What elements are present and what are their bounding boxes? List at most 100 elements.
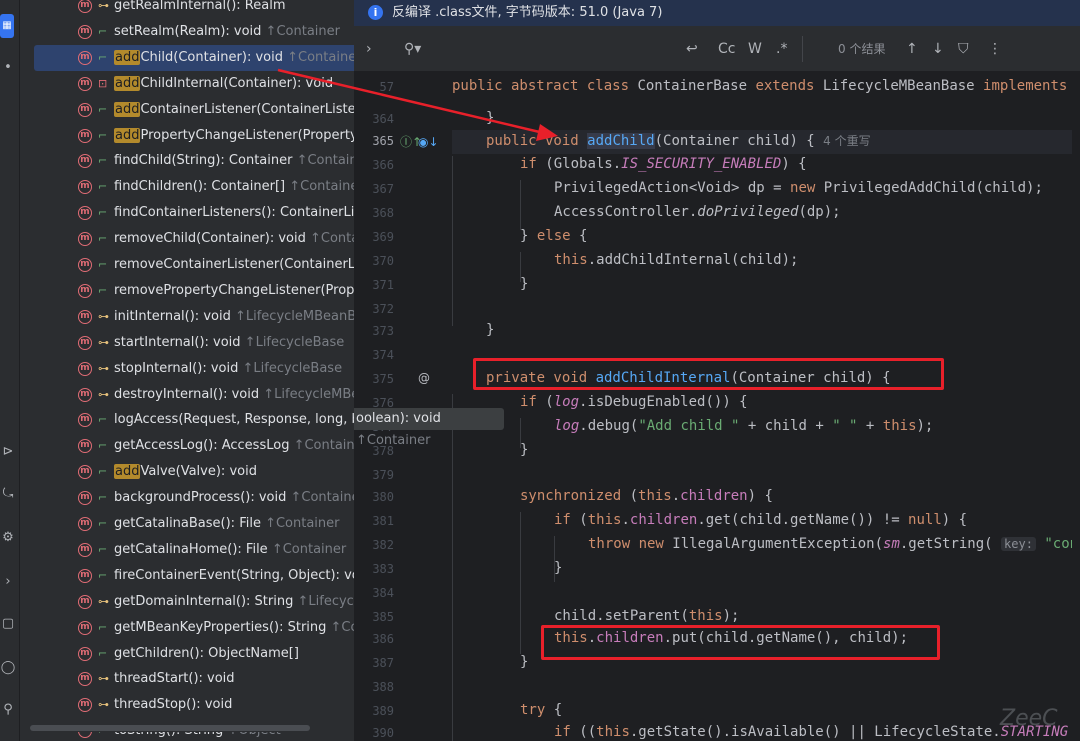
code-line-57: public abstract class ContainerBase exte… [452, 78, 1068, 94]
structure-item[interactable]: m ⊡ addChildInternal(Container): void [20, 71, 354, 97]
structure-item[interactable]: m ⌐ addContainerListener(ContainerListene [20, 97, 354, 123]
structure-item-label: removeContainerListener(ContainerLis [114, 257, 354, 272]
structure-horizontal-scrollbar[interactable] [20, 724, 354, 732]
public-visibility-icon: ⌐ [98, 154, 108, 168]
editor-vertical-scrollbar[interactable] [1072, 72, 1080, 741]
structure-item[interactable]: m ⌐ removeChild(Container): void ↑Contain [20, 226, 354, 252]
structure-item-label: startInternal(): void [114, 334, 241, 350]
line-number: 373 [372, 324, 394, 338]
structure-item[interactable]: m ⌐ fireContainerEvent(String, Object): vo… [20, 563, 354, 589]
structure-item[interactable]: m ⌐ addPropertyChangeListener(PropertyC [20, 123, 354, 149]
structure-item[interactable]: m ⌐ addValve(Valve): void [20, 459, 354, 485]
inherited-from-label: ↑Container [282, 49, 354, 65]
terminal-icon[interactable]: › [0, 574, 16, 590]
notifications-icon[interactable]: ◯ [0, 660, 16, 676]
structure-item[interactable]: m ⌐ backgroundProcess(): void ↑Container [20, 485, 354, 511]
protected-visibility-icon: ⊶ [98, 335, 109, 349]
public-visibility-icon: ⌐ [98, 102, 108, 116]
inherited-from-label: ↑Container [290, 490, 355, 506]
structure-item[interactable]: m ⊶ threadStop(): void [20, 692, 354, 718]
line-number: 383 [372, 562, 394, 576]
structure-item[interactable]: m ⊶ initInternal(): void ↑LifecycleMBeanBa… [20, 304, 354, 330]
line-number: 379 [372, 468, 394, 482]
structure-item-label: findChild(String): Container [114, 153, 293, 169]
structure-item[interactable]: m ⌐ findChild(String): Container ↑Containe… [20, 148, 354, 174]
structure-item[interactable]: m ⊶ destroyInternal(): void ↑LifecycleMBea… [20, 382, 354, 408]
public-visibility-icon: ⌐ [98, 517, 108, 530]
structure-item[interactable]: m ⌐ getCatalinaBase(): File ↑Container [20, 511, 354, 537]
line-number: 387 [372, 656, 394, 670]
structure-item[interactable]: m ⌐ logAccess(Request, Response, long, boo… [20, 407, 354, 433]
debug-icon[interactable]: ⤿ [0, 486, 16, 502]
match-case-toggle[interactable]: Cc [718, 39, 735, 59]
structure-item[interactable]: m ⌐ findContainerListeners(): ContainerLis… [20, 200, 354, 226]
search-match-highlight: add [114, 49, 141, 65]
overridden-gutter-icon[interactable]: ◉↓ [418, 134, 439, 150]
public-visibility-icon: ⌐ [98, 128, 108, 142]
new-line-icon[interactable]: ↩ [686, 39, 698, 59]
protected-visibility-icon: ⊶ [98, 594, 109, 608]
settings-icon[interactable]: ⚙ [0, 530, 16, 546]
method-icon: m [78, 491, 92, 506]
overrides-inlay-hint[interactable]: 4 个重写 [823, 134, 870, 148]
prev-occurrence-icon[interactable]: ↑ [906, 39, 918, 59]
structure-item[interactable]: m ⊶ stopInternal(): void ↑LifecycleBase [20, 356, 354, 382]
structure-item-label: getChildren(): ObjectName[] [114, 645, 299, 661]
inherited-from-label: ↑Container [293, 438, 354, 454]
problems-icon[interactable]: ▢ [0, 616, 16, 632]
structure-item[interactable]: m ⌐ setRealm(Realm): void ↑Container [20, 19, 354, 45]
search-match-highlight: add [114, 101, 141, 117]
more-dots-icon[interactable]: • [0, 60, 16, 76]
structure-item[interactable]: m ⌐ getCatalinaHome(): File ↑Container [20, 537, 354, 563]
line-number: 380 [372, 490, 394, 504]
line-number: 369 [372, 230, 394, 244]
method-icon: m [78, 206, 92, 221]
method-icon: m [78, 620, 92, 635]
search-results-count: 0 个结果 [838, 42, 886, 56]
public-visibility-icon: ⌐ [98, 283, 108, 297]
line-number: 382 [372, 538, 394, 552]
public-visibility-icon: ⌐ [98, 568, 108, 582]
filter-icon[interactable]: ⛉ [958, 39, 969, 59]
regex-toggle[interactable]: .* [776, 39, 787, 59]
line-number: 384 [372, 586, 394, 600]
line-gutter: 57 364 365 366 367 368 369 370 371 372 373 374 375 37… [354, 72, 452, 741]
structure-item[interactable]: m ⊶ threadStart(): void [20, 666, 354, 692]
search-match-highlight: add [114, 464, 141, 480]
git-icon[interactable]: ⚲ [0, 702, 16, 718]
structure-item-label: removeChild(Container): void [114, 231, 306, 247]
method-icon: m [78, 646, 92, 661]
structure-item-label: fireContainerEvent(String, Object): voic [114, 567, 354, 583]
structure-item[interactable]: m ⌐ getMBeanKeyProperties(): String ↑Con [20, 615, 354, 641]
public-visibility-icon: ⌐ [98, 232, 108, 246]
annotation-gutter-icon[interactable]: @ [418, 370, 430, 386]
structure-item[interactable]: m ⌐ getChildren(): ObjectName[] [20, 641, 354, 667]
method-icon: m [78, 335, 92, 350]
structure-item[interactable]: m ⌐ getAccessLog(): AccessLog ↑Container [20, 433, 354, 459]
structure-item-label: findChildren(): Container[] [114, 179, 286, 195]
more-options-icon[interactable]: ⋮ [988, 39, 1002, 59]
method-icon: m [78, 568, 92, 583]
whole-word-toggle[interactable]: W [748, 39, 762, 59]
scrollbar-thumb[interactable] [30, 725, 310, 731]
run-icon[interactable]: ⊳ [0, 444, 16, 460]
structure-item[interactable]: m ⊶ getDomainInternal(): String ↑Lifecycle… [20, 589, 354, 615]
structure-item[interactable]: m ⊶ getRealmInternal(): Realm [20, 0, 354, 19]
code-line-365: public void addChild(Container child) { … [486, 133, 871, 149]
structure-item-label: stopInternal(): void [114, 360, 239, 376]
public-visibility-icon: ⌐ [98, 465, 108, 479]
structure-item[interactable]: m ⊶ startInternal(): void ↑LifecycleBase [20, 330, 354, 356]
structure-tool-icon[interactable]: ▦ [0, 14, 14, 38]
line-number: 390 [372, 726, 394, 740]
search-icon[interactable]: ⚲▾ [404, 39, 421, 59]
structure-item[interactable]: m ⌐ removeContainerListener(ContainerLis [20, 252, 354, 278]
next-occurrence-icon[interactable]: ↓ [932, 39, 944, 59]
method-icon: m [78, 232, 92, 247]
structure-item[interactable]: m ⌐ findChildren(): Container[] ↑Container [20, 174, 354, 200]
expand-replace-icon[interactable]: › [366, 39, 372, 59]
inherited-from-label: ↑LifecycleBase [240, 334, 345, 350]
param-inlay-hint: key: [1001, 537, 1036, 551]
structure-item[interactable]: m ⌐ addChild(Container): void ↑Container [34, 44, 354, 71]
line-number: 367 [372, 182, 394, 196]
structure-item[interactable]: m ⌐ removePropertyChangeListener(Prope [20, 278, 354, 304]
